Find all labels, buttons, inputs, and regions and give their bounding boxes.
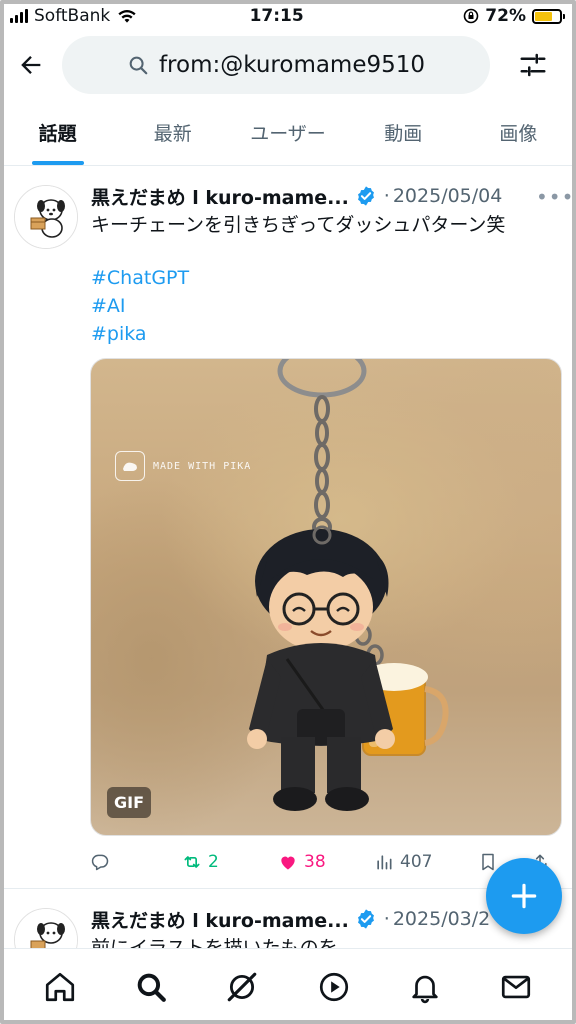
back-button[interactable]	[0, 34, 62, 96]
home-icon	[45, 972, 74, 1001]
author-name[interactable]: 黒えだまめ l kuro-mame...	[91, 906, 349, 933]
search-input[interactable]: from:@kuromame9510	[62, 36, 490, 94]
like-button[interactable]: 38	[278, 852, 374, 872]
tab-latest[interactable]: 最新	[115, 100, 230, 165]
grok-icon	[228, 972, 257, 1001]
video-icon	[319, 972, 348, 1001]
hashtag-link[interactable]: #pika	[91, 320, 189, 348]
hashtag-link[interactable]: #AI	[91, 292, 189, 320]
retweet-icon	[184, 856, 200, 868]
tweet-media[interactable]: MADE WITH PIKA GIF	[90, 358, 562, 836]
verified-badge-icon	[357, 186, 374, 206]
tab-images[interactable]: 画像	[461, 100, 576, 165]
gif-badge: GIF	[107, 787, 152, 818]
mail-icon	[502, 975, 531, 998]
wifi-icon	[118, 10, 136, 23]
verified-badge-icon	[357, 909, 374, 929]
status-bar: SoftBank 17:15 72%	[0, 0, 576, 32]
nav-home[interactable]	[30, 957, 90, 1017]
views-icon	[377, 855, 392, 870]
nav-video[interactable]	[304, 957, 364, 1017]
reply-button[interactable]	[90, 852, 182, 872]
hashtag-link[interactable]: #ChatGPT	[91, 264, 189, 292]
sliders-icon	[520, 53, 546, 77]
clock: 17:15	[249, 6, 304, 26]
search-icon	[129, 56, 148, 75]
battery-percent: 72%	[485, 6, 526, 26]
author-name[interactable]: 黒えだまめ l kuro-mame...	[91, 183, 349, 210]
post-date[interactable]: 2025/03/2	[393, 908, 490, 930]
arrow-left-icon	[21, 56, 41, 74]
carrier-label: SoftBank	[34, 6, 111, 26]
retweet-count: 2	[208, 852, 219, 872]
keychain-figure-image	[247, 359, 449, 811]
avatar[interactable]	[14, 185, 78, 249]
nav-notifications[interactable]	[395, 957, 455, 1017]
avatar[interactable]	[14, 908, 78, 948]
search-header: from:@kuromame9510	[0, 32, 576, 98]
signal-icon	[10, 9, 28, 23]
tweet[interactable]: 黒えだまめ l kuro-mame... · 2025/05/04 ••• キー…	[0, 167, 576, 889]
bookmark-icon	[482, 853, 494, 871]
heart-icon	[281, 856, 295, 870]
compose-button[interactable]	[486, 858, 562, 934]
nav-grok[interactable]	[212, 957, 272, 1017]
separator-dot: ·	[383, 908, 390, 930]
search-query: from:@kuromame9510	[158, 52, 426, 78]
like-count: 38	[304, 852, 326, 872]
search-tabs: 話題 最新 ユーザー 動画 画像	[0, 100, 576, 166]
avatar-dog-image	[15, 186, 77, 248]
view-count: 407	[400, 852, 433, 872]
pika-logo-icon	[115, 451, 145, 481]
tweet-text: キーチェーンを引きちぎってダッシュパターン笑	[91, 214, 506, 236]
separator-dot: ·	[383, 185, 390, 207]
nav-search[interactable]	[121, 957, 181, 1017]
hashtag-list: #ChatGPT #AI #pika	[91, 264, 189, 348]
post-date[interactable]: 2025/05/04	[393, 185, 503, 207]
battery-icon	[532, 8, 565, 24]
reply-icon	[91, 854, 109, 871]
plus-icon	[511, 883, 537, 909]
pika-watermark: MADE WITH PIKA	[115, 451, 251, 481]
bottom-nav	[0, 948, 576, 1024]
search-icon	[137, 973, 166, 1002]
views-button[interactable]: 407	[374, 852, 478, 872]
bell-icon	[412, 975, 438, 1003]
retweet-button[interactable]: 2	[182, 852, 278, 872]
tweet-text: 前にイラストを描いたものを	[91, 937, 338, 948]
more-dots-icon[interactable]: •••	[536, 185, 574, 209]
nav-messages[interactable]	[486, 957, 546, 1017]
search-settings-button[interactable]	[490, 34, 576, 96]
tab-people[interactable]: ユーザー	[230, 100, 345, 165]
watermark-text: MADE WITH PIKA	[153, 460, 252, 472]
avatar-dog-image	[15, 909, 77, 948]
orientation-lock-icon	[463, 8, 479, 24]
tab-top[interactable]: 話題	[0, 100, 115, 165]
tab-videos[interactable]: 動画	[346, 100, 461, 165]
